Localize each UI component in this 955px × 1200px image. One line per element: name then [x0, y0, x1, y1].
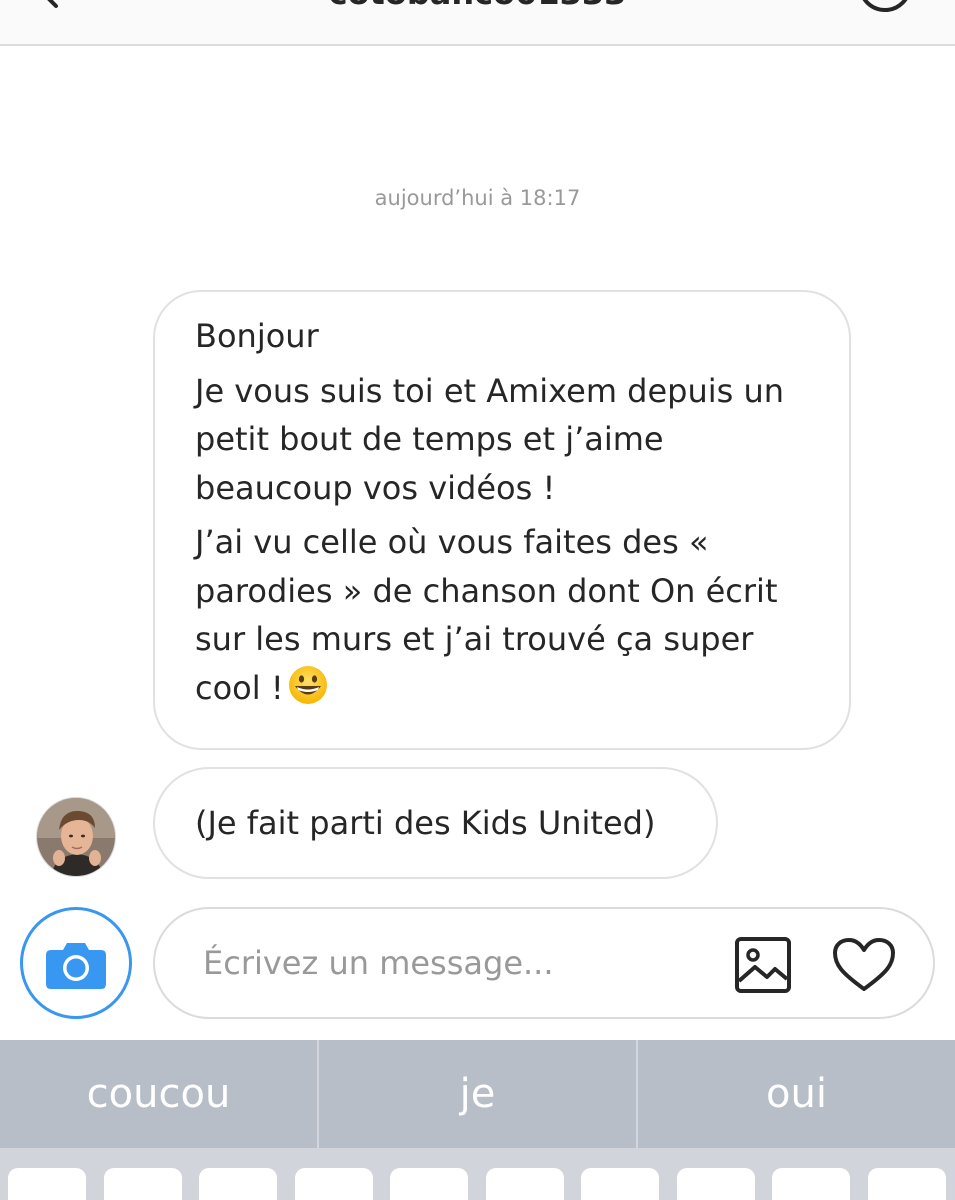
suggestion-item[interactable]: oui [636, 1040, 955, 1148]
keyboard-key[interactable] [486, 1168, 564, 1200]
message-bubble[interactable]: Bonjour Je vous suis toi et Amixem depui… [153, 290, 851, 750]
conversation-title[interactable]: cotobanco01333 [0, 0, 955, 12]
camera-button[interactable] [20, 907, 132, 1019]
keyboard-suggestion-bar: coucou je oui [0, 1040, 955, 1148]
suggestion-item[interactable]: coucou [0, 1040, 317, 1148]
keyboard-key[interactable] [199, 1168, 277, 1200]
camera-icon [46, 943, 106, 989]
keyboard-key[interactable] [581, 1168, 659, 1200]
message-text: (Je fait parti des Kids United) [195, 804, 656, 842]
keyboard-key[interactable] [8, 1168, 86, 1200]
suggestion-item[interactable]: je [317, 1040, 636, 1148]
keyboard-key[interactable] [772, 1168, 850, 1200]
keyboard-key[interactable] [295, 1168, 373, 1200]
keyboard-key[interactable] [390, 1168, 468, 1200]
conversation-header: cotobanco01333 [0, 0, 955, 46]
message-bubble[interactable]: (Je fait parti des Kids United) [153, 767, 718, 879]
keyboard-key[interactable] [104, 1168, 182, 1200]
avatar[interactable] [36, 797, 116, 877]
keyboard [0, 1148, 955, 1200]
grinning-face-icon [288, 665, 327, 704]
avatar-image [37, 798, 115, 876]
keyboard-key[interactable] [868, 1168, 946, 1200]
message-timestamp: aujourd’hui à 18:17 [374, 186, 581, 210]
direct-message-screen: cotobanco01333 aujourd’hui à 18:17 Bonjo… [0, 0, 955, 1200]
message-input[interactable] [203, 937, 723, 989]
message-paragraph: Bonjour [195, 317, 319, 355]
message-composer [153, 907, 935, 1019]
image-icon[interactable] [735, 937, 791, 993]
message-text: J’ai vu celle où vous faites des « parod… [195, 523, 778, 707]
heart-icon[interactable] [832, 937, 896, 993]
message-paragraph: Je vous suis toi et Amixem depuis un pet… [195, 371, 785, 507]
message-paragraph: J’ai vu celle où vous faites des « parod… [195, 518, 809, 712]
keyboard-key[interactable] [677, 1168, 755, 1200]
